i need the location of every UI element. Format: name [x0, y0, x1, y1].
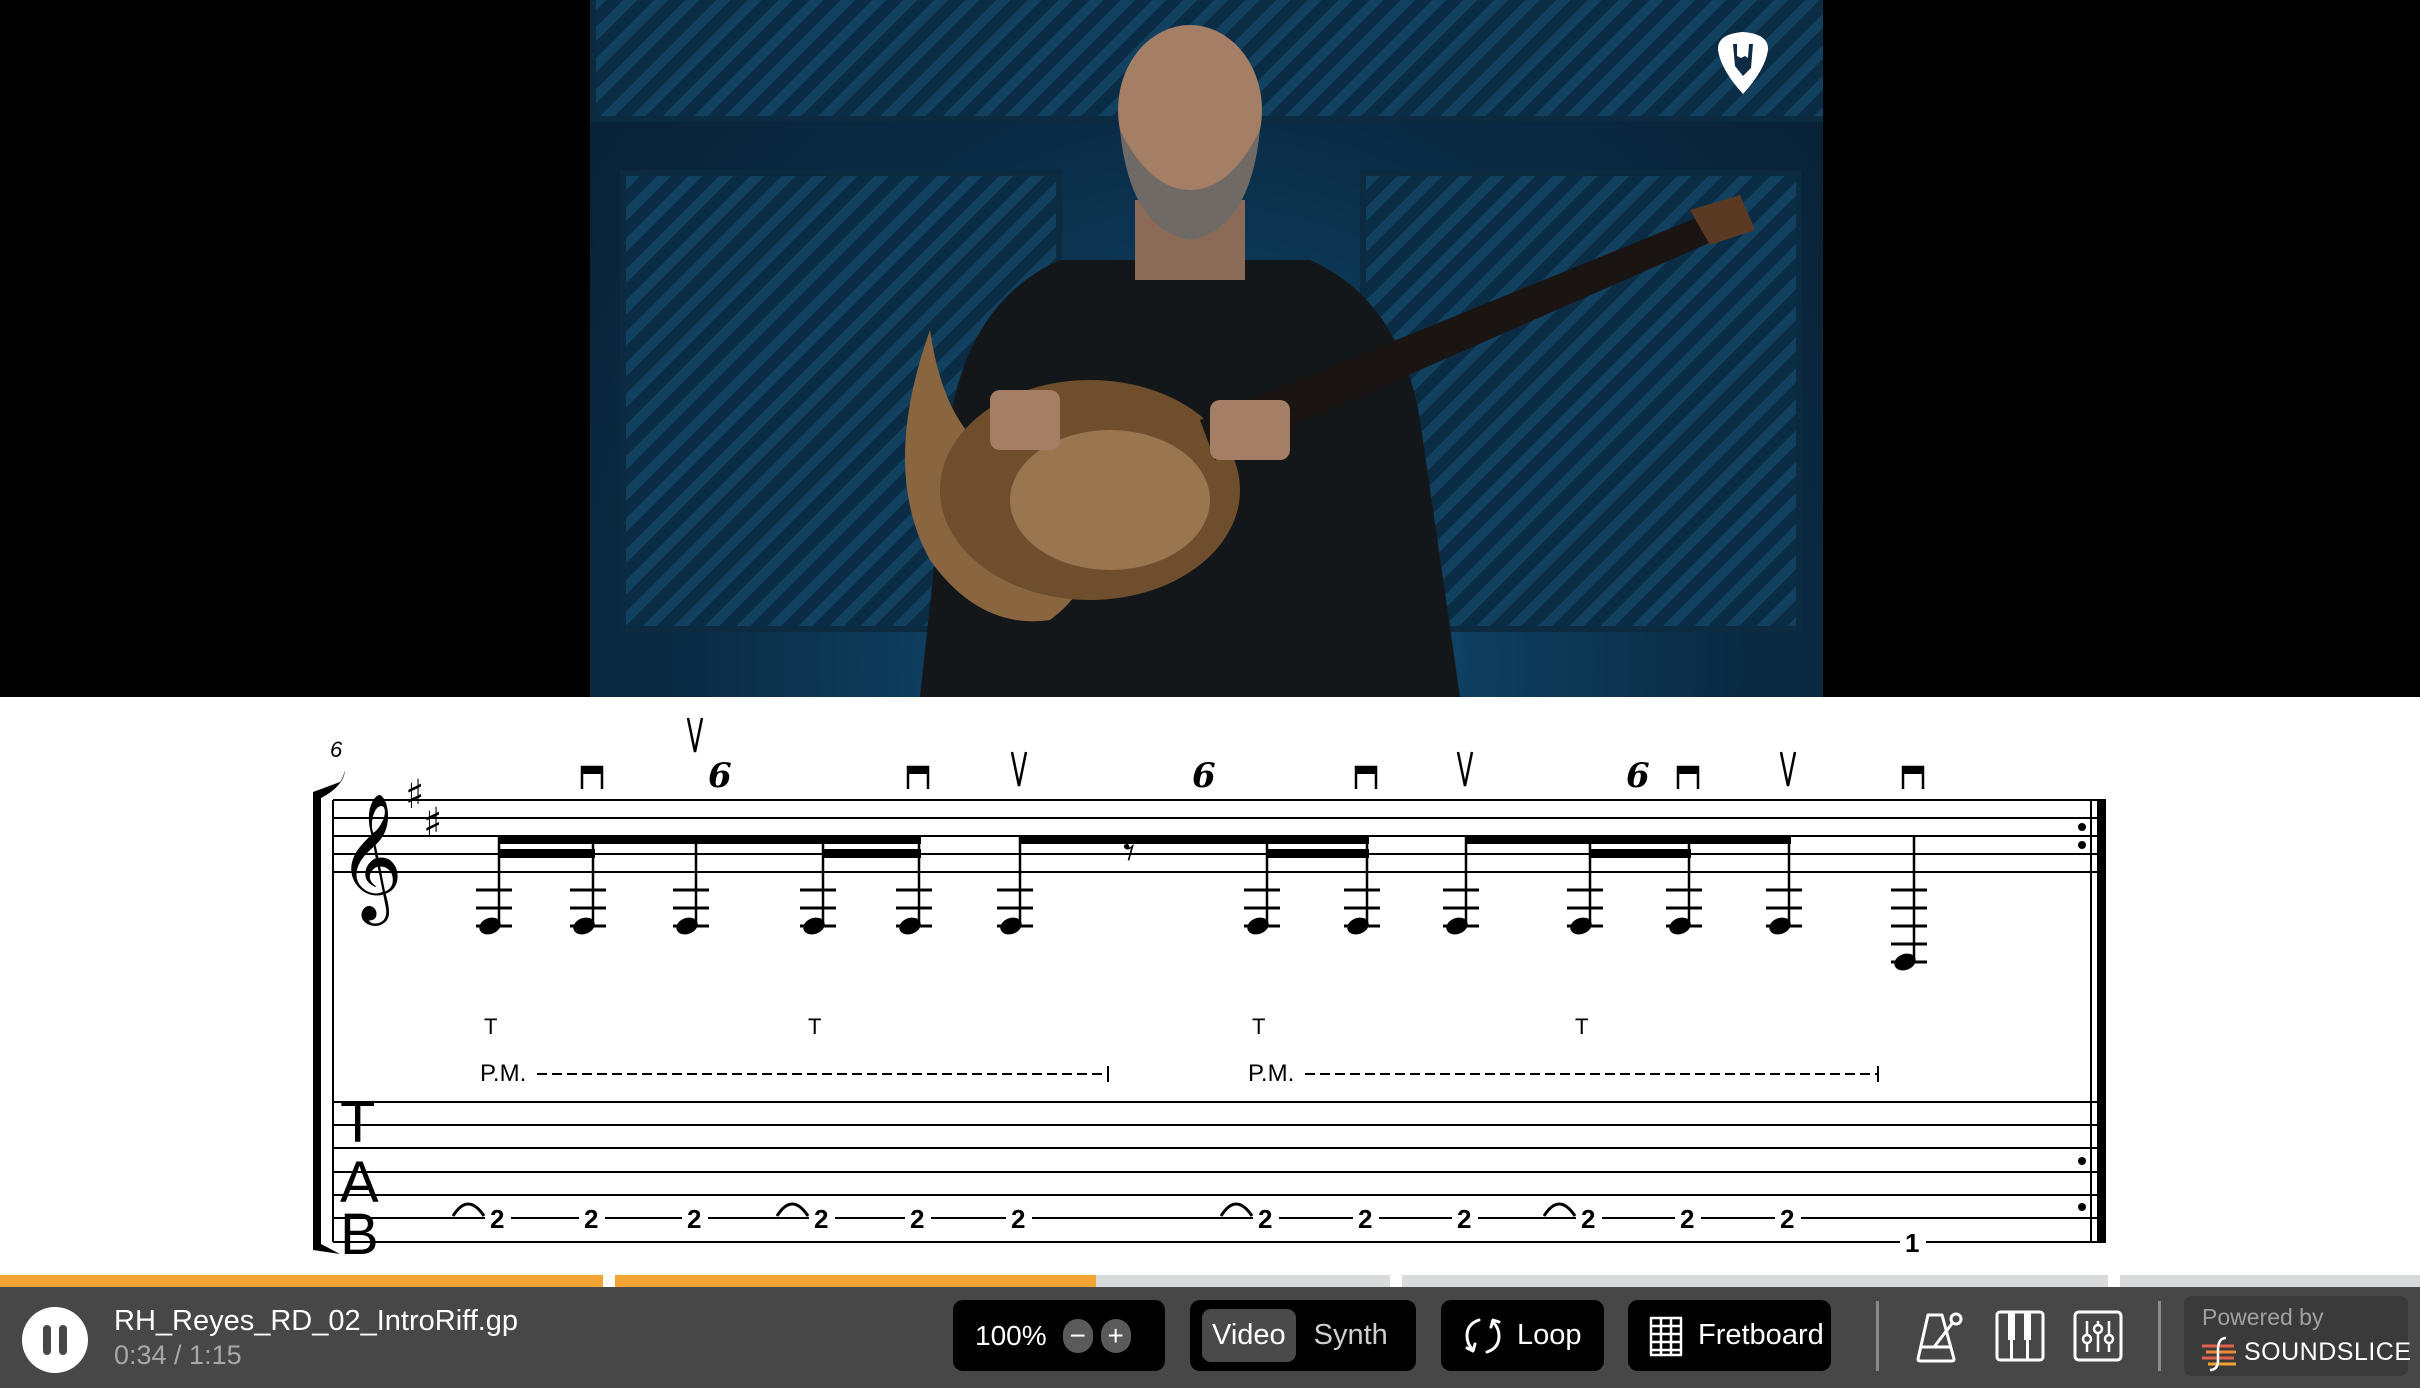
- pick-up-stroke-icon: [1010, 751, 1028, 787]
- time-display: 0:34 / 1:15: [114, 1340, 242, 1370]
- pick-up-stroke-icon: [686, 717, 704, 753]
- beam-secondary: [1589, 849, 1691, 858]
- progress-fill: [0, 1275, 603, 1287]
- tab-fret-number: 2: [1358, 1204, 1372, 1234]
- player-toolbar: RH_Reyes_RD_02_IntroRiff.gp 0:34 / 1:15 …: [0, 1287, 2420, 1388]
- powered-by-soundslice[interactable]: Powered by SOUNDSLICE: [2184, 1296, 2411, 1376]
- piano-keyboard-icon[interactable]: [1994, 1309, 2046, 1365]
- score[interactable]: 6𝄞 ♯♯TAB 2T2 2 2T2 2𝄾2T2 2 2T2 216 6 6P.M. P.M.: [0, 697, 2420, 1275]
- fretboard-button[interactable]: Fretboard: [1628, 1300, 1831, 1371]
- minus-icon: −: [1069, 1319, 1086, 1351]
- beam-primary: [498, 835, 921, 844]
- measure-number: 6: [330, 737, 343, 762]
- beam-secondary: [1266, 849, 1369, 858]
- notation-panel[interactable]: 6 𝄞 ♯ ♯ T A B 2 T 2 2 2 T 2 2 𝄾 2 T 2 2 2 T 2 2 1 6 6 6 P.M. P.M.: [0, 697, 2420, 1275]
- tab-fret-number: 2: [1680, 1204, 1694, 1234]
- loop-icon: [1465, 1318, 1501, 1353]
- tap-arc: [451, 1202, 486, 1217]
- powered-by-label: Powered by: [2202, 1304, 2324, 1330]
- fretboard-label: Fretboard: [1698, 1319, 1824, 1351]
- key-sharp-c: ♯: [423, 800, 442, 846]
- eighth-rest: 𝄾: [1123, 825, 1135, 879]
- progress-fill: [615, 1275, 1096, 1287]
- mixer-icon[interactable]: [2072, 1309, 2124, 1365]
- beam-primary: [1465, 835, 1791, 844]
- end-barline-thick: [2097, 800, 2106, 1242]
- plus-icon: +: [1107, 1319, 1124, 1351]
- progress-segment[interactable]: [1402, 1275, 2108, 1287]
- pick-down-bar: [908, 767, 928, 774]
- pick-down-bar: [1903, 767, 1923, 774]
- loop-label: Loop: [1517, 1319, 1582, 1351]
- repeat-dot: [2078, 823, 2086, 831]
- tab-fret-number: 2: [910, 1204, 924, 1234]
- zoom-value: 100%: [975, 1319, 1047, 1351]
- video-player-area[interactable]: [0, 0, 2420, 697]
- progress-segment[interactable]: [2120, 1275, 2420, 1287]
- progress-segment[interactable]: [0, 1275, 603, 1287]
- tuplet-number: 6: [708, 756, 732, 796]
- tap-label: T: [808, 1014, 821, 1039]
- pick-down-bar: [582, 767, 602, 774]
- pick-up-stroke-icon: [1456, 751, 1474, 787]
- audio-source-toggle: Video Synth: [1190, 1300, 1416, 1371]
- pick-down-bar: [1678, 767, 1698, 774]
- soundslice-brand: SOUNDSLICE: [2244, 1338, 2412, 1366]
- tuplet-number: 6: [1626, 756, 1650, 796]
- tab-fret-number: 2: [1258, 1204, 1272, 1234]
- guitarist-figure: [905, 25, 1755, 697]
- tap-label: T: [1575, 1014, 1588, 1039]
- progress-segment[interactable]: [615, 1275, 1390, 1287]
- tap-label: T: [1252, 1014, 1265, 1039]
- repeat-dot: [2078, 841, 2086, 849]
- repeat-dot: [2078, 1157, 2086, 1165]
- tab-fret-number: 2: [1581, 1204, 1595, 1234]
- tab-fret-number: 1: [1905, 1228, 1919, 1258]
- tab-fret-number: 2: [1011, 1204, 1025, 1234]
- repeat-dot: [2078, 1203, 2086, 1211]
- metronome-icon[interactable]: [1912, 1309, 1964, 1365]
- pick-down-bar: [1356, 767, 1376, 774]
- toolbar-divider: [2158, 1301, 2161, 1371]
- tab-fret-number: 2: [1780, 1204, 1794, 1234]
- pick-up-stroke-icon: [1779, 751, 1797, 787]
- fretboard-icon: [1649, 1316, 1683, 1356]
- zoom-in-button[interactable]: +: [1100, 1318, 1131, 1353]
- tab-fret-number: 2: [490, 1204, 504, 1234]
- pause-button[interactable]: [22, 1307, 88, 1373]
- synth-mode-button[interactable]: Synth: [1304, 1309, 1398, 1362]
- beam-secondary: [822, 849, 921, 858]
- palm-mute-label: P.M.: [1248, 1060, 1294, 1087]
- tab-clef-letter: T: [340, 1090, 375, 1155]
- tab-fret-number: 2: [584, 1204, 598, 1234]
- video-mode-button[interactable]: Video: [1202, 1309, 1296, 1362]
- beam-primary: [1019, 835, 1369, 844]
- pause-icon: [43, 1325, 67, 1355]
- key-sharp-f: ♯: [405, 772, 424, 818]
- tab-fret-number: 2: [1457, 1204, 1471, 1234]
- treble-clef: 𝄞: [338, 792, 403, 926]
- video-frame[interactable]: [590, 0, 1823, 697]
- progress-bar[interactable]: [0, 1275, 2420, 1287]
- tab-fret-number: 2: [687, 1204, 701, 1234]
- soundslice-logo-icon: [2202, 1336, 2236, 1372]
- rock-hand-pick-icon: [1717, 32, 1769, 94]
- tap-arc: [1219, 1202, 1254, 1217]
- tap-arc: [1542, 1202, 1577, 1217]
- tab-clef-letter: B: [340, 1202, 379, 1267]
- tap-arc: [775, 1202, 810, 1217]
- loop-button[interactable]: Loop: [1441, 1300, 1604, 1371]
- file-name: RH_Reyes_RD_02_IntroRiff.gp: [114, 1305, 519, 1337]
- toolbar-divider: [1876, 1301, 1879, 1371]
- tab-fret-number: 2: [814, 1204, 828, 1234]
- system-bracket: [313, 792, 321, 1250]
- zoom-control: 100% − +: [953, 1300, 1165, 1371]
- palm-mute-label: P.M.: [480, 1060, 526, 1087]
- tuplet-number: 6: [1192, 756, 1216, 796]
- beam-secondary: [498, 849, 595, 858]
- zoom-out-button[interactable]: −: [1062, 1318, 1093, 1353]
- tap-label: T: [484, 1014, 497, 1039]
